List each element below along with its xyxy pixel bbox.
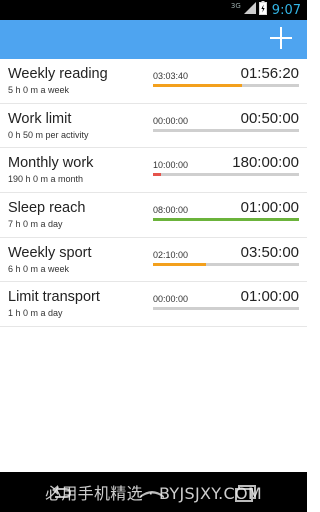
recent-apps-button[interactable] <box>226 480 266 504</box>
goal-row[interactable]: Weekly reading 5 h 0 m a week 03:03:40 0… <box>0 59 307 104</box>
status-clock: 9:07 <box>271 2 301 18</box>
battery-icon <box>258 0 267 20</box>
goal-title: Work limit <box>8 110 72 127</box>
recent-apps-icon <box>235 485 256 502</box>
progress-fill <box>153 84 243 87</box>
goal-target: 01:56:20 <box>240 65 299 82</box>
goal-elapsed: 02:10:00 <box>153 249 189 260</box>
goal-row[interactable]: Limit transport 1 h 0 m a day 00:00:00 0… <box>0 282 307 328</box>
signal-icon <box>243 1 256 19</box>
goal-subtitle: 7 h 0 m a day <box>8 219 63 230</box>
goal-row[interactable]: Weekly sport 6 h 0 m a week 02:10:00 03:… <box>0 238 307 283</box>
goal-title: Weekly sport <box>8 244 92 261</box>
back-icon <box>52 485 71 498</box>
goal-target: 00:50:00 <box>240 109 299 127</box>
add-goal-button[interactable] <box>267 25 295 53</box>
progress-bar <box>153 218 299 222</box>
progress-bar <box>153 173 299 177</box>
goal-elapsed: 08:00:00 <box>153 205 189 216</box>
goal-list: Weekly reading 5 h 0 m a week 03:03:40 0… <box>0 59 307 328</box>
status-bar: 3G 9:07 <box>0 0 307 20</box>
progress-bar <box>153 307 299 311</box>
goal-target: 180:00:00 <box>232 154 299 172</box>
goal-subtitle: 6 h 0 m a week <box>8 263 70 274</box>
progress-fill <box>153 262 206 266</box>
status-icons: 3G 9:07 <box>230 0 301 20</box>
back-button[interactable] <box>40 480 80 504</box>
progress-fill <box>153 173 161 177</box>
progress-fill <box>153 218 299 222</box>
progress-bar <box>153 262 299 266</box>
goal-subtitle: 0 h 50 m per activity <box>8 129 89 140</box>
goal-elapsed: 00:00:00 <box>153 115 189 126</box>
progress-bar <box>153 128 299 132</box>
network-type-label: 3G <box>230 1 241 10</box>
goal-subtitle: 5 h 0 m a week <box>8 85 70 95</box>
goal-target: 03:50:00 <box>240 243 299 261</box>
goal-row[interactable]: Sleep reach 7 h 0 m a day 08:00:00 01:00… <box>0 193 307 238</box>
goal-target: 01:00:00 <box>240 199 299 217</box>
goal-subtitle: 190 h 0 m a month <box>8 174 84 185</box>
progress-bar <box>153 84 299 87</box>
goal-elapsed: 00:00:00 <box>153 294 189 305</box>
goal-elapsed: 10:00:00 <box>153 160 189 171</box>
goal-title: Monthly work <box>8 155 94 172</box>
home-icon <box>140 491 164 498</box>
goal-row[interactable]: Work limit 0 h 50 m per activity 00:00:0… <box>0 104 307 149</box>
navigation-bar <box>0 472 307 512</box>
goal-row[interactable]: Monthly work 190 h 0 m a month 10:00:00 … <box>0 148 307 194</box>
home-button[interactable] <box>132 480 172 504</box>
goal-subtitle: 1 h 0 m a day <box>8 308 63 319</box>
goal-title: Limit transport <box>8 289 100 306</box>
goal-title: Sleep reach <box>8 200 86 217</box>
goal-title: Weekly reading <box>8 66 108 82</box>
action-bar <box>0 20 307 59</box>
goal-elapsed: 03:03:40 <box>153 71 189 81</box>
goal-target: 01:00:00 <box>240 288 299 306</box>
